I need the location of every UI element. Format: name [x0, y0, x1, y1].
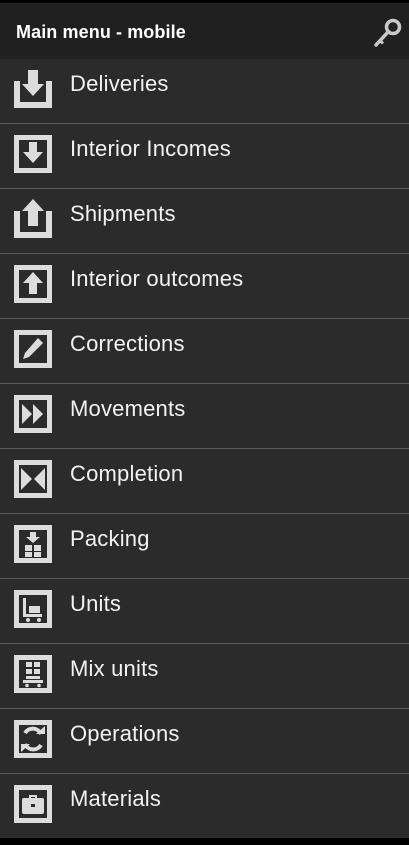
- fast-forward-icon: [14, 395, 52, 433]
- menu-item-label: Completion: [70, 461, 184, 486]
- menu-item-label: Interior Incomes: [70, 136, 231, 161]
- app-window: Main menu - mobile Deliveries Interior I…: [0, 0, 409, 845]
- package-icon: [14, 525, 52, 563]
- bowtie-icon: [14, 460, 52, 498]
- page-title: Main menu - mobile: [16, 22, 186, 42]
- upload-tray-icon: [14, 199, 52, 238]
- cart-icon: [14, 590, 52, 628]
- menu-item-completion[interactable]: Completion: [0, 449, 409, 514]
- menu-item-label: Corrections: [70, 331, 185, 356]
- main-menu-list: Deliveries Interior Incomes Shipments In…: [0, 59, 409, 839]
- menu-item-units[interactable]: Units: [0, 579, 409, 644]
- menu-item-label: Packing: [70, 526, 150, 551]
- menu-item-operations[interactable]: Operations: [0, 709, 409, 774]
- bottom-edge: [0, 838, 409, 845]
- arrow-up-box-icon: [14, 265, 52, 303]
- menu-item-label: Movements: [70, 396, 186, 421]
- arrow-down-box-icon: [14, 135, 52, 173]
- menu-item-label: Units: [70, 591, 122, 616]
- menu-item-interior-incomes[interactable]: Interior Incomes: [0, 124, 409, 189]
- key-icon[interactable]: [371, 18, 403, 50]
- mixed-pallet-icon: [14, 655, 52, 693]
- menu-item-packing[interactable]: Packing: [0, 514, 409, 579]
- menu-item-corrections[interactable]: Corrections: [0, 319, 409, 384]
- menu-item-label: Deliveries: [70, 71, 169, 96]
- refresh-icon: [14, 720, 52, 758]
- menu-item-movements[interactable]: Movements: [0, 384, 409, 449]
- briefcase-icon: [14, 785, 52, 823]
- menu-item-mix-units[interactable]: Mix units: [0, 644, 409, 709]
- download-tray-icon: [14, 70, 52, 108]
- menu-item-label: Interior outcomes: [70, 266, 244, 291]
- menu-item-label: Operations: [70, 721, 180, 746]
- app-header: Main menu - mobile: [0, 0, 409, 59]
- menu-item-label: Materials: [70, 786, 162, 811]
- menu-item-shipments[interactable]: Shipments: [0, 189, 409, 254]
- menu-item-materials[interactable]: Materials: [0, 774, 409, 839]
- menu-item-label: Mix units: [70, 656, 159, 681]
- menu-item-label: Shipments: [70, 201, 176, 226]
- menu-item-interior-outcomes[interactable]: Interior outcomes: [0, 254, 409, 319]
- menu-item-deliveries[interactable]: Deliveries: [0, 59, 409, 124]
- pencil-icon: [14, 330, 52, 368]
